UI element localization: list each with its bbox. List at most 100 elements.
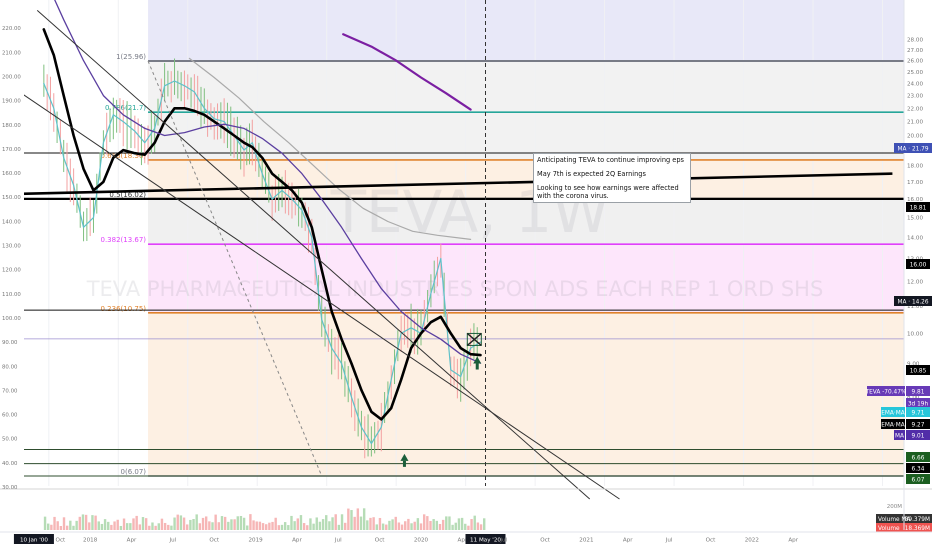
volume-bar: [217, 522, 221, 530]
volume-bar: [167, 524, 170, 530]
price-label-text: 6.07: [912, 478, 925, 484]
left-axis-tick: 110.00: [2, 292, 21, 298]
volume-bar: [470, 519, 473, 530]
volume-bar: [62, 517, 66, 530]
right-axis-tick: 25.00: [907, 70, 923, 76]
volume-bar: [186, 524, 189, 530]
volume-bar: [460, 517, 464, 530]
price-label-text: 9.71: [912, 411, 925, 417]
left-axis-tick: 150.00: [2, 195, 21, 201]
volume-bar: [283, 522, 287, 530]
volume-bar: [483, 518, 486, 530]
volume-bar: [227, 521, 230, 530]
volume-bar: [394, 516, 397, 530]
time-axis-tick: 2021: [579, 538, 594, 544]
volume-bar: [204, 516, 208, 530]
left-axis-tick: 130.00: [2, 244, 21, 250]
volume-bar: [208, 521, 211, 530]
volume-bar: [325, 515, 328, 530]
left-axis-tick: 210.00: [2, 50, 21, 56]
volume-label-value: 89.379M: [905, 517, 930, 523]
volume-bar: [340, 514, 344, 530]
right-axis-tick: 17.00: [907, 180, 923, 186]
volume-bar: [53, 516, 56, 530]
volume-bar: [388, 520, 391, 530]
volume-bar: [306, 525, 309, 530]
volume-bar: [113, 521, 116, 530]
volume-bar: [467, 525, 470, 530]
time-axis-tick: Oct: [209, 538, 219, 544]
left-axis-tick: 90.00: [2, 340, 18, 346]
volume-bar: [59, 525, 63, 530]
volume-bar: [321, 519, 325, 530]
volume-bar: [233, 519, 236, 530]
volume-bar: [211, 522, 214, 530]
buy-arrow-stem: [475, 363, 479, 370]
fib-band: [148, 0, 904, 61]
volume-bar: [242, 517, 246, 530]
price-label-text: MA: [895, 434, 904, 440]
volume-bar: [479, 524, 483, 530]
volume-bar: [265, 524, 268, 530]
right-axis-tick: 14.00: [907, 235, 923, 241]
annotation-note[interactable]: Anticipating TEVA to continue improving …: [533, 153, 691, 203]
volume-bar: [271, 521, 274, 530]
volume-bar: [72, 525, 75, 530]
left-axis-tick: 190.00: [2, 99, 21, 105]
volume-bar: [422, 514, 426, 530]
fib-level-label: 1(25.96): [116, 53, 146, 61]
volume-bar: [372, 517, 375, 530]
volume-bar: [429, 520, 432, 530]
volume-bar: [138, 524, 142, 530]
left-axis-tick: 200.00: [2, 74, 21, 80]
volume-bar: [148, 525, 151, 530]
right-axis-tick: 18.00: [907, 164, 923, 170]
chart-root[interactable]: TEVA, 1W TEVA PHARMACEUTICAL INDUSTRIES S…: [0, 0, 932, 550]
volume-bar: [476, 522, 480, 530]
volume-bar: [293, 521, 296, 530]
volume-bar: [65, 525, 69, 530]
right-axis-tick: 22.00: [907, 106, 923, 112]
volume-bar: [75, 520, 78, 530]
volume-bar: [328, 521, 331, 530]
volume-bar: [50, 524, 53, 530]
right-axis-tick: 15.00: [907, 216, 923, 222]
volume-bar: [457, 518, 461, 530]
volume-bar: [312, 523, 315, 530]
volume-bar: [160, 518, 164, 530]
volume-bar: [43, 516, 47, 530]
volume-bar: [473, 515, 476, 530]
left-axis-tick: 170.00: [2, 147, 21, 153]
volume-bar: [445, 516, 448, 530]
volume-bar: [419, 523, 423, 530]
left-axis-tick: 50.00: [2, 437, 18, 443]
price-label-text: TEVA -70.47%: [865, 390, 907, 396]
chart-canvas[interactable]: TEVA, 1WTEVA PHARMACEUTICAL INDUSTRIES S…: [0, 0, 932, 550]
price-label-text: 9.81: [912, 390, 925, 396]
volume-bar: [397, 522, 401, 530]
volume-bar: [315, 517, 318, 530]
time-axis-tick: Jul: [334, 538, 342, 544]
left-axis-tick: 180.00: [2, 123, 21, 129]
time-axis-tick: Oct: [56, 538, 66, 544]
volume-bar: [343, 522, 347, 530]
price-label-text: 3d 19h: [908, 402, 929, 408]
volume-bar: [154, 525, 157, 530]
annotation-line: Anticipating TEVA to continue improving …: [537, 156, 684, 164]
volume-bar: [192, 519, 195, 530]
volume-bar: [179, 515, 183, 530]
volume-bar: [173, 517, 176, 530]
price-label-text: 9.27: [912, 423, 925, 429]
annotation-line: May 7th is expected 2Q Earnings: [537, 170, 646, 178]
volume-bar: [369, 517, 372, 530]
volume-bar: [103, 519, 107, 530]
volume-bar: [400, 524, 404, 530]
fib-level-label: 0.786(21.7): [105, 104, 146, 112]
volume-bar: [366, 520, 369, 530]
volume-bar: [274, 517, 277, 530]
volume-bar: [268, 522, 271, 530]
volume-bar: [170, 525, 173, 530]
volume-bar: [116, 519, 119, 530]
volume-bar: [84, 514, 88, 530]
right-axis-tick: 21.00: [907, 120, 923, 126]
